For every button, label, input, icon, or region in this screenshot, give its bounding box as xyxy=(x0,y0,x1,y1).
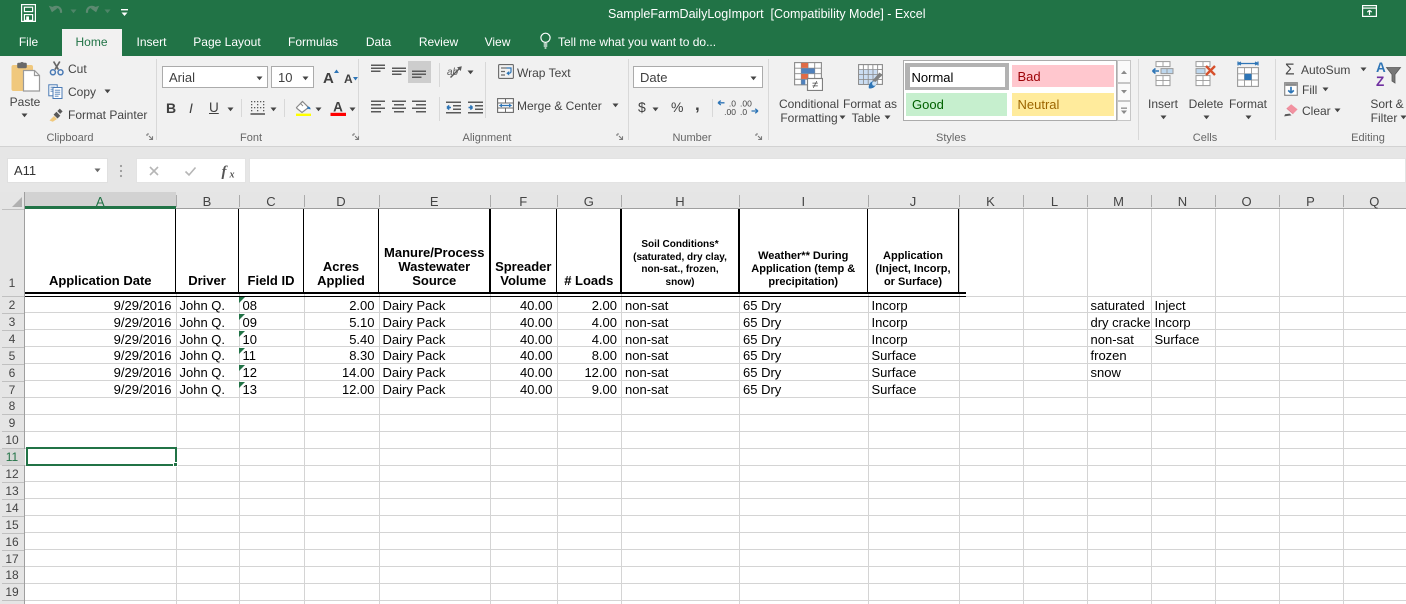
svg-text:.0: .0 xyxy=(740,107,747,115)
svg-text:A: A xyxy=(1376,60,1386,75)
svg-text:Z: Z xyxy=(1376,74,1384,89)
svg-text:A: A xyxy=(344,72,353,86)
svg-text:f: f xyxy=(222,164,229,179)
svg-text:.00: .00 xyxy=(724,107,736,115)
svg-text:Σ: Σ xyxy=(1285,62,1295,76)
svg-text:A: A xyxy=(333,100,343,115)
svg-text:≠: ≠ xyxy=(812,79,818,91)
svg-text:A: A xyxy=(323,70,334,87)
svg-text:ab: ab xyxy=(447,67,459,78)
svg-text:x: x xyxy=(229,169,235,179)
